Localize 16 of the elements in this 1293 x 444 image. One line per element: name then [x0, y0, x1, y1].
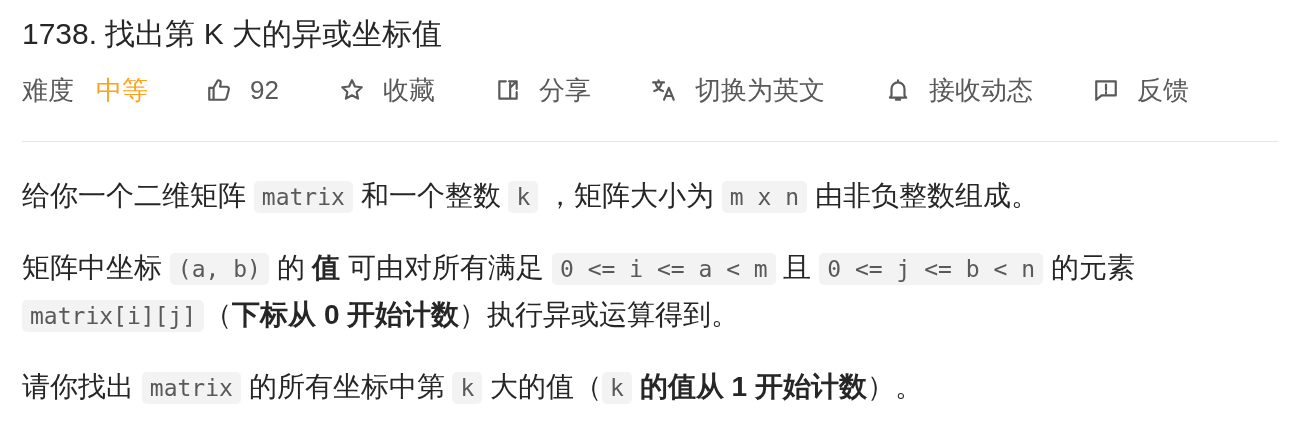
star-icon	[338, 77, 365, 103]
bell-button[interactable]: 接收动态	[884, 70, 1033, 110]
problem-title: 1738. 找出第 K 大的异或坐标值	[22, 16, 444, 52]
paragraph: 给你一个二维矩阵 matrix 和一个整数 k ，矩阵大小为 m x n 由非负整数组成。	[22, 179, 1040, 215]
translate-button[interactable]: 切换为英文	[650, 70, 825, 110]
translate-icon	[650, 77, 677, 103]
paragraph: 矩阵中坐标 (a, b) 的 值 可由对所有满足 0 <= i <= a < m 且 0 <= j <= b < n 的元素 matrix[i][j] （下标从 0 开始计数）执行异或运算得到。	[22, 251, 1136, 334]
star-button[interactable]: 收藏	[338, 70, 435, 110]
paragraph: 请你找出 matrix 的所有坐标中第 k 大的值（ k 的值从 1 开始计数）。	[22, 370, 924, 406]
share-button[interactable]: 分享	[494, 70, 591, 110]
difficulty-level: 中等	[96, 73, 148, 107]
like-button[interactable]: 92	[206, 70, 279, 110]
feedback-button[interactable]: 反馈	[1092, 70, 1189, 110]
feedback-icon	[1092, 77, 1119, 103]
thumbs-up-icon	[206, 77, 232, 103]
difficulty-label: 难度	[22, 73, 74, 107]
